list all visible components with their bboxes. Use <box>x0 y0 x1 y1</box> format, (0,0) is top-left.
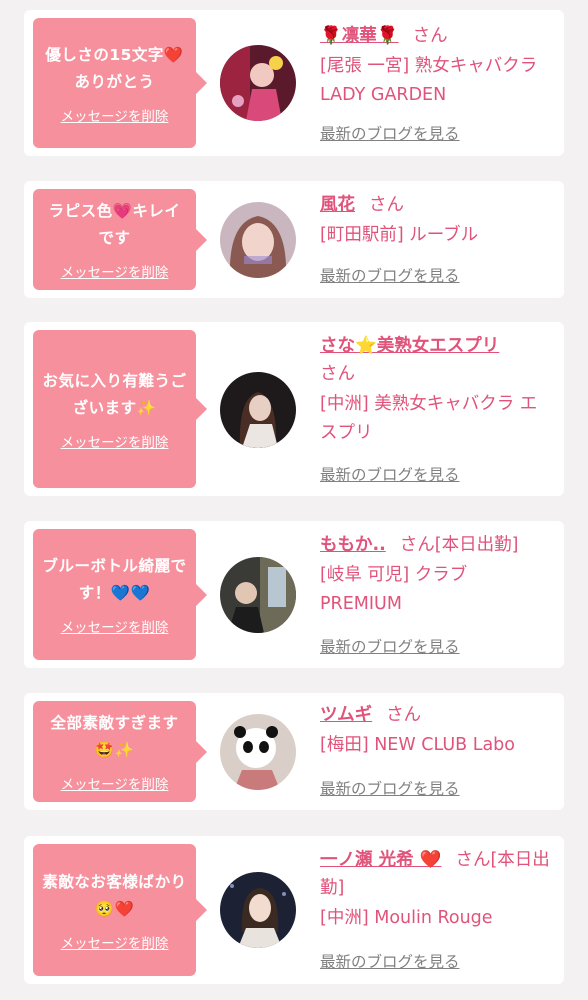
message-bubble: 全部素敵すぎます🤩✨ メッセージを削除 <box>33 701 207 802</box>
message-list: 優しさの15文字❤️ありがとう メッセージを削除 🌹凛華🌹 さん [尾張 一宮] … <box>0 0 588 1000</box>
delete-message-link[interactable]: メッセージを削除 <box>61 105 169 125</box>
honorific: さん <box>386 705 422 725</box>
avatar[interactable] <box>220 372 296 448</box>
user-info: ももか.. さん[本日出勤] [岐阜 可児] クラブ PREMIUM <box>320 531 554 619</box>
latest-blog-link[interactable]: 最新のブログを見る <box>320 777 460 799</box>
user-info: 🌹凛華🌹 さん [尾張 一宮] 熟女キャバクラ LADY GARDEN <box>320 22 554 110</box>
avatar[interactable] <box>220 45 296 121</box>
delete-message-link[interactable]: メッセージを削除 <box>61 616 169 636</box>
honorific: さん <box>369 195 404 215</box>
user-name-link[interactable]: 🌹凛華🌹 <box>320 26 399 46</box>
honorific: さん <box>320 364 355 384</box>
user-name-link[interactable]: さな⭐美熟女エスプリ <box>320 336 499 356</box>
shop-name: [梅田] NEW CLUB Labo <box>320 735 515 755</box>
user-name-link[interactable]: 風花 <box>320 195 355 215</box>
message-bubble: ブルーボトル綺麗です！💙💙 メッセージを削除 <box>33 529 207 660</box>
message-bubble: お気に入り有難うございます✨ メッセージを削除 <box>33 330 207 488</box>
message-bubble: 優しさの15文字❤️ありがとう メッセージを削除 <box>33 18 207 148</box>
message-text: 素敵なお客様ばかり🥺❤️ <box>42 872 187 918</box>
shop-name: [中洲] Moulin Rouge <box>320 908 493 928</box>
message-bubble: ラピス色💗キレイです メッセージを削除 <box>33 189 207 290</box>
avatar[interactable] <box>220 202 296 278</box>
message-card: お気に入り有難うございます✨ メッセージを削除 さな⭐美熟女エスプリ さん [中洲… <box>24 322 564 496</box>
avatar[interactable] <box>220 557 296 633</box>
shop-name: [岐阜 可児] クラブ PREMIUM <box>320 565 468 614</box>
delete-message-link[interactable]: メッセージを削除 <box>61 773 169 793</box>
latest-blog-link[interactable]: 最新のブログを見る <box>320 463 460 485</box>
honorific: さん[本日出勤] <box>399 535 519 555</box>
message-card: 優しさの15文字❤️ありがとう メッセージを削除 🌹凛華🌹 さん [尾張 一宮] … <box>24 10 564 156</box>
latest-blog-link[interactable]: 最新のブログを見る <box>320 635 460 657</box>
message-card: 素敵なお客様ばかり🥺❤️ メッセージを削除 一ノ瀬 光希 ❤️ さん[本日出勤] … <box>24 836 564 984</box>
user-info: ツムギ さん [梅田] NEW CLUB Labo <box>320 701 554 760</box>
message-text: 優しさの15文字❤️ありがとう <box>45 45 184 91</box>
latest-blog-link[interactable]: 最新のブログを見る <box>320 950 460 972</box>
user-info: さな⭐美熟女エスプリ さん [中洲] 美熟女キャバクラ エスプリ <box>320 332 554 448</box>
message-card: ラピス色💗キレイです メッセージを削除 風花 さん [町田駅前] ルーブル 最新の… <box>24 181 564 298</box>
user-name-link[interactable]: ツムギ <box>320 705 372 725</box>
user-info: 一ノ瀬 光希 ❤️ さん[本日出勤] [中洲] Moulin Rouge <box>320 846 554 933</box>
message-text: お気に入り有難うございます✨ <box>42 371 187 417</box>
message-card: 全部素敵すぎます🤩✨ メッセージを削除 ツムギ さん [梅田] NEW CLUB … <box>24 693 564 810</box>
shop-name: [中洲] 美熟女キャバクラ エスプリ <box>320 394 538 443</box>
latest-blog-link[interactable]: 最新のブログを見る <box>320 122 460 144</box>
user-name-link[interactable]: 一ノ瀬 光希 ❤️ <box>320 850 441 870</box>
message-text: ラピス色💗キレイです <box>48 202 181 247</box>
message-card: ブルーボトル綺麗です！💙💙 メッセージを削除 ももか.. さん[本日出勤] [岐阜… <box>24 521 564 668</box>
avatar[interactable] <box>220 872 296 948</box>
shop-name: [町田駅前] ルーブル <box>320 225 479 245</box>
user-info: 風花 さん [町田駅前] ルーブル <box>320 191 554 250</box>
avatar[interactable] <box>220 714 296 790</box>
honorific: さん <box>412 26 448 46</box>
delete-message-link[interactable]: メッセージを削除 <box>61 431 169 451</box>
user-name-link[interactable]: ももか.. <box>320 535 386 555</box>
message-bubble: 素敵なお客様ばかり🥺❤️ メッセージを削除 <box>33 844 207 976</box>
latest-blog-link[interactable]: 最新のブログを見る <box>320 264 460 286</box>
shop-name: [尾張 一宮] 熟女キャバクラ LADY GARDEN <box>320 56 538 105</box>
delete-message-link[interactable]: メッセージを削除 <box>61 261 169 281</box>
delete-message-link[interactable]: メッセージを削除 <box>61 932 169 952</box>
message-text: ブルーボトル綺麗です！💙💙 <box>42 557 187 602</box>
message-text: 全部素敵すぎます🤩✨ <box>50 714 179 759</box>
